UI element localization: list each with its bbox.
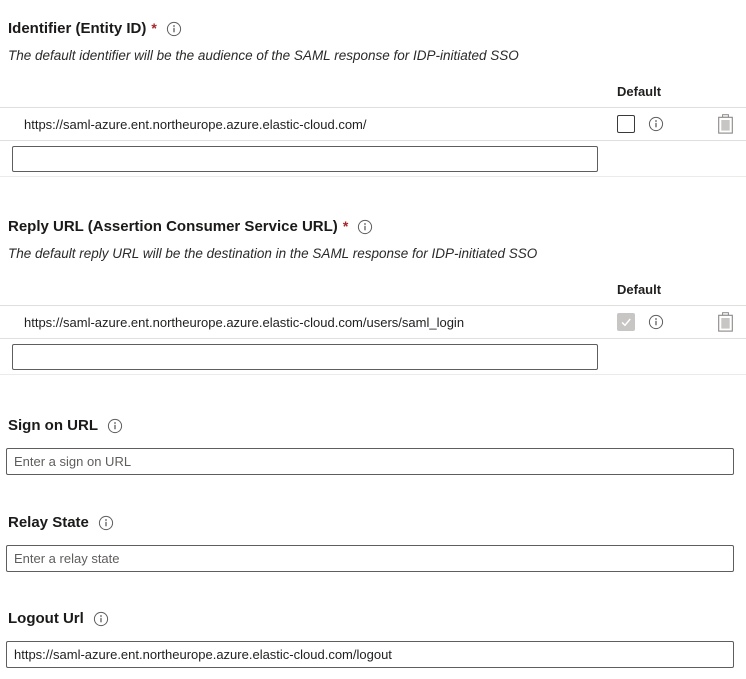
checkmark-icon <box>619 315 633 329</box>
relay-state-info-icon[interactable] <box>98 515 114 531</box>
reply-title: Reply URL (Assertion Consumer Service UR… <box>8 216 338 237</box>
identifier-url-value: https://saml-azure.ent.northeurope.azure… <box>0 117 617 132</box>
identifier-row: https://saml-azure.ent.northeurope.azure… <box>0 107 746 141</box>
reply-info-icon[interactable] <box>357 219 373 235</box>
identifier-info-icon[interactable] <box>166 21 182 37</box>
reply-description: The default reply URL will be the destin… <box>8 245 746 263</box>
table-header-spacer <box>0 83 617 100</box>
identifier-section-heading: Identifier (Entity ID) * <box>8 0 746 39</box>
sign-on-title: Sign on URL <box>8 415 98 436</box>
logout-url-input[interactable] <box>6 641 734 668</box>
logout-url-info-icon[interactable] <box>93 611 109 627</box>
reply-new-entry-input[interactable] <box>12 344 598 370</box>
reply-default-checkbox <box>617 313 635 331</box>
relay-state-section-heading: Relay State <box>8 512 746 533</box>
required-asterisk: * <box>343 216 348 237</box>
default-column-header: Default <box>617 83 746 100</box>
reply-section-heading: Reply URL (Assertion Consumer Service UR… <box>8 216 746 237</box>
logout-url-section-heading: Logout Url <box>8 608 746 629</box>
sign-on-info-icon[interactable] <box>107 418 123 434</box>
reply-row-info-icon[interactable] <box>648 314 664 330</box>
default-column-header: Default <box>617 281 746 298</box>
identifier-default-checkbox[interactable] <box>617 115 635 133</box>
identifier-delete-icon[interactable] <box>717 114 734 134</box>
logout-url-title: Logout Url <box>8 608 84 629</box>
relay-state-input[interactable] <box>6 545 734 572</box>
reply-delete-icon[interactable] <box>717 312 734 332</box>
required-asterisk: * <box>151 18 156 39</box>
identifier-title: Identifier (Entity ID) <box>8 18 146 39</box>
identifier-row-controls <box>617 114 746 134</box>
reply-row: https://saml-azure.ent.northeurope.azure… <box>0 305 746 339</box>
sign-on-url-input[interactable] <box>6 448 734 475</box>
sign-on-section-heading: Sign on URL <box>8 415 746 436</box>
reply-table-header: Default <box>0 281 746 298</box>
section-divider <box>0 374 746 375</box>
identifier-row-info-icon[interactable] <box>648 116 664 132</box>
section-divider <box>0 176 746 177</box>
reply-row-controls <box>617 312 746 332</box>
identifier-new-entry-input[interactable] <box>12 146 598 172</box>
reply-url-value: https://saml-azure.ent.northeurope.azure… <box>0 315 617 330</box>
relay-state-title: Relay State <box>8 512 89 533</box>
identifier-description: The default identifier will be the audie… <box>8 47 746 65</box>
table-header-spacer <box>0 281 617 298</box>
basic-saml-configuration-form: Identifier (Entity ID) * The default ide… <box>0 0 746 679</box>
identifier-table-header: Default <box>0 83 746 100</box>
